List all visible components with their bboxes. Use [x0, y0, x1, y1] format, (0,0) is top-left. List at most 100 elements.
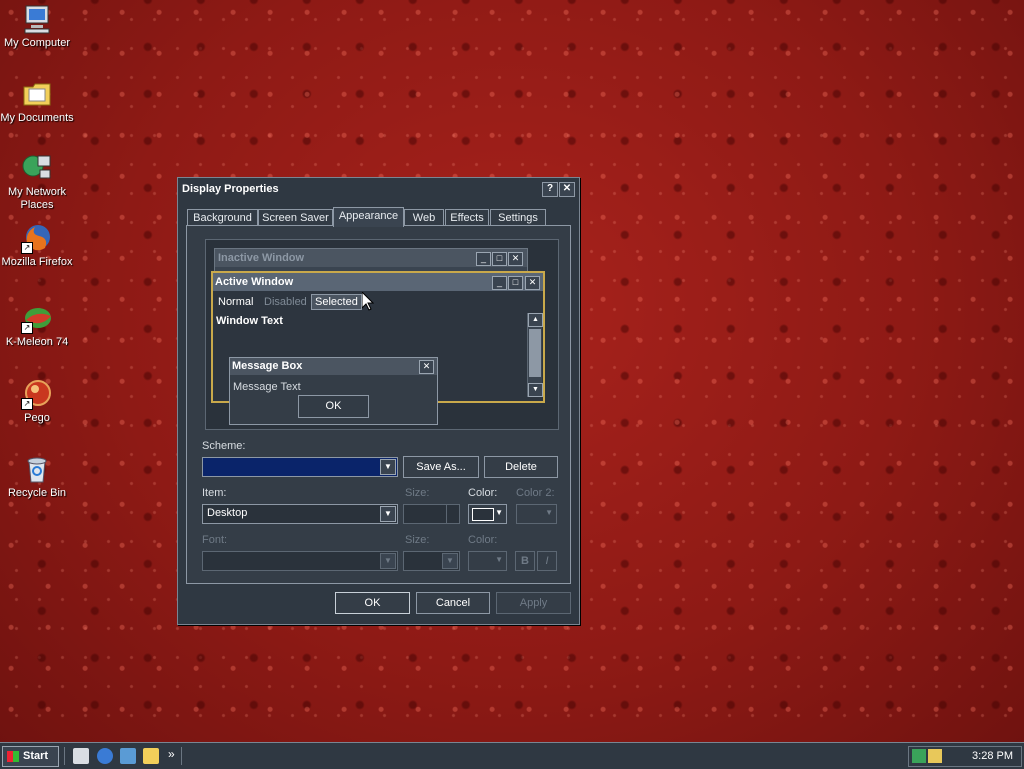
preview-scrollbar: ▲ ▼ — [527, 313, 543, 397]
font-size-select: ▼ — [403, 551, 460, 571]
desktop-icon-label: Recycle Bin — [7, 487, 67, 499]
desktop-icon-recycle-bin[interactable]: Recycle Bin — [0, 453, 74, 500]
apply-button: Apply — [496, 592, 571, 614]
dialog-titlebar[interactable]: Display Properties ? ✕ — [180, 180, 577, 198]
item-size-label: Size: — [405, 487, 430, 499]
close-icon: ✕ — [562, 183, 572, 194]
help-icon: ? — [546, 183, 554, 194]
item-color2-picker: ▼ — [516, 504, 557, 524]
desktop-icon-my-computer[interactable]: My Computer — [0, 3, 74, 50]
item-color-picker[interactable]: ▼ — [468, 504, 507, 524]
shortcut-arrow-icon: ↗ — [21, 398, 33, 410]
preview-ok-button: OK — [298, 395, 369, 418]
color-swatch — [472, 508, 494, 521]
chevron-down-icon: ▼ — [380, 553, 396, 569]
start-button[interactable]: Start — [2, 746, 59, 767]
spin-arrows-icon — [446, 505, 459, 523]
maximize-icon: □ — [492, 252, 507, 266]
chevron-down-icon: ▼ — [495, 555, 503, 564]
tab-screen-saver[interactable]: Screen Saver — [258, 209, 333, 226]
tab-background[interactable]: Background — [187, 209, 258, 226]
scroll-thumb — [529, 329, 541, 377]
desktop-icon-label: My Computer — [3, 37, 71, 49]
desktop-icon-label: K-Meleon 74 — [5, 336, 69, 348]
font-color-picker: ▼ — [468, 551, 507, 571]
desktop-icon-my-documents[interactable]: My Documents — [0, 78, 74, 125]
pego-icon: ↗ — [21, 378, 53, 410]
taskbar: Start » 3:28 PM — [0, 742, 1024, 769]
explorer-icon[interactable] — [143, 748, 159, 764]
taskbar-divider — [64, 747, 67, 765]
item-label: Item: — [202, 487, 227, 499]
desktop-icon-label: My Network Places — [7, 186, 67, 211]
preview-menu-selected: Selected — [311, 294, 362, 310]
preview-message-text: Message Text — [233, 381, 301, 393]
font-color-label: Color: — [468, 534, 498, 546]
outlook-express-icon[interactable] — [120, 748, 136, 764]
appearance-panel: Inactive Window _ □ ✕ Active Window _ □ … — [186, 225, 571, 584]
mouse-cursor-icon — [362, 292, 374, 311]
desktop-icon-label: Pego — [24, 412, 50, 424]
help-button[interactable]: ? — [542, 182, 558, 197]
system-tray: 3:28 PM — [908, 746, 1022, 767]
tab-web[interactable]: Web — [404, 209, 444, 226]
font-select: ▼ — [202, 551, 398, 571]
desktop-icon-pego[interactable]: ↗ Pego — [0, 378, 74, 425]
tab-settings[interactable]: Settings — [490, 209, 546, 226]
minimize-icon: _ — [492, 276, 507, 290]
ok-button[interactable]: OK — [335, 592, 410, 614]
internet-explorer-icon[interactable] — [97, 748, 113, 764]
folder-icon — [21, 78, 53, 110]
chevron-down-icon: ▼ — [442, 553, 458, 569]
dialog-title: Display Properties — [182, 183, 279, 195]
desktop-icon-mozilla-firefox[interactable]: ↗ Mozilla Firefox — [0, 222, 74, 269]
desktop-icon-label: Mozilla Firefox — [1, 256, 73, 268]
network-tray-icon[interactable] — [912, 749, 926, 763]
preview-message-box-title: Message Box — [230, 358, 437, 375]
save-as-button[interactable]: Save As... — [403, 456, 479, 478]
scheme-label: Scheme: — [202, 440, 246, 452]
shortcut-arrow-icon: ↗ — [21, 242, 33, 254]
preview-menu-normal: Normal — [218, 296, 254, 308]
preview-window-text: Window Text — [216, 315, 283, 327]
bold-button: B — [515, 551, 535, 571]
computer-icon — [21, 3, 53, 35]
item-color2-label: Color 2: — [516, 487, 555, 499]
minimize-icon: _ — [476, 252, 491, 266]
scroll-up-icon: ▲ — [528, 313, 543, 327]
item-color-label: Color: — [468, 487, 498, 499]
network-icon — [21, 152, 53, 184]
tab-effects[interactable]: Effects — [445, 209, 489, 226]
clock[interactable]: 3:28 PM — [972, 750, 1013, 762]
item-select[interactable]: Desktop ▼ — [202, 504, 398, 524]
show-desktop-icon[interactable] — [73, 748, 89, 764]
close-icon: ✕ — [525, 276, 540, 290]
firefox-icon: ↗ — [21, 222, 53, 254]
appearance-preview[interactable]: Inactive Window _ □ ✕ Active Window _ □ … — [205, 239, 559, 430]
scheme-select[interactable]: ▼ — [202, 457, 398, 477]
tray-app-icon[interactable] — [928, 749, 942, 763]
font-size-label: Size: — [405, 534, 430, 546]
font-label: Font: — [202, 534, 228, 546]
tab-appearance[interactable]: Appearance — [333, 207, 404, 227]
item-value: Desktop — [207, 507, 248, 519]
shortcut-arrow-icon: ↗ — [21, 322, 33, 334]
taskbar-divider — [181, 747, 184, 765]
delete-button[interactable]: Delete — [484, 456, 558, 478]
preview-message-box: Message Box ✕ Message Text OK — [229, 357, 438, 425]
chevron-down-icon[interactable]: ▼ — [380, 459, 396, 475]
scroll-down-icon: ▼ — [528, 383, 543, 397]
desktop-icon-k-meleon[interactable]: ↗ K-Meleon 74 — [0, 302, 74, 349]
cancel-button[interactable]: Cancel — [416, 592, 490, 614]
display-properties-dialog: Display Properties ? ✕ Background Screen… — [177, 177, 580, 625]
chevron-down-icon: ▼ — [545, 508, 553, 517]
close-icon: ✕ — [419, 360, 434, 374]
chevron-down-icon: ▼ — [495, 508, 503, 517]
quicklaunch-chevron-icon[interactable]: » — [168, 747, 175, 761]
desktop-icon-my-network-places[interactable]: My Network Places — [0, 152, 74, 212]
recycle-bin-icon — [21, 453, 53, 485]
preview-menu-disabled: Disabled — [264, 296, 307, 308]
close-button[interactable]: ✕ — [559, 182, 575, 197]
italic-button: I — [537, 551, 557, 571]
chevron-down-icon[interactable]: ▼ — [380, 506, 396, 522]
